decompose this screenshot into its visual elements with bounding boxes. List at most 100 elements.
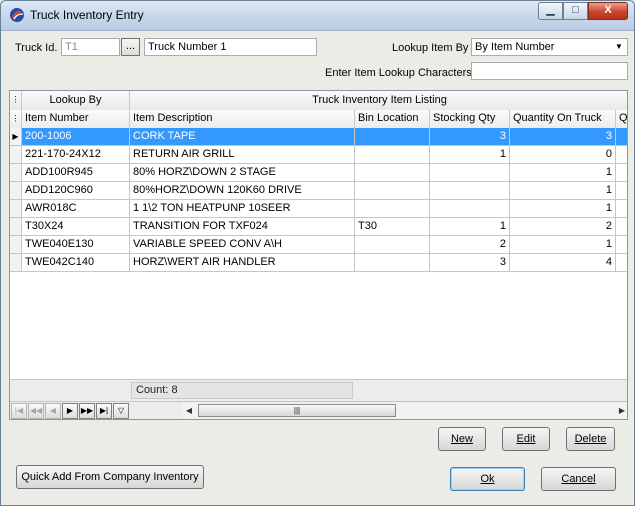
truck-browse-button[interactable]: ...: [121, 38, 140, 56]
table-row[interactable]: TWE040E130 VARIABLE SPEED CONV A\H 2 1: [10, 236, 627, 254]
cell-q-partial[interactable]: [616, 236, 627, 254]
scroll-left-icon[interactable]: ◀: [182, 403, 196, 419]
last-record-button[interactable]: ▶|: [96, 403, 112, 419]
table-row[interactable]: ADD100R945 80% HORZ\DOWN 2 STAGE 1: [10, 164, 627, 182]
prev-page-button[interactable]: ◀◀: [28, 403, 44, 419]
cell-item-description[interactable]: 80%HORZ\DOWN 120K60 DRIVE: [130, 182, 355, 200]
col-q-partial[interactable]: Q: [616, 110, 627, 128]
cell-bin-location[interactable]: [355, 200, 430, 218]
cell-bin-location[interactable]: [355, 182, 430, 200]
col-bin-location[interactable]: Bin Location: [355, 110, 430, 128]
scroll-thumb[interactable]: |||: [198, 404, 396, 417]
truck-name-field[interactable]: Truck Number 1: [144, 38, 317, 56]
cell-q-partial[interactable]: [616, 164, 627, 182]
cell-quantity-on-truck[interactable]: 4: [510, 254, 616, 272]
cell-item-number[interactable]: ADD120C960: [22, 182, 130, 200]
new-button[interactable]: New: [438, 427, 486, 451]
prev-record-button[interactable]: ◀: [45, 403, 61, 419]
cell-stocking-qty[interactable]: 1: [430, 218, 510, 236]
close-button[interactable]: X: [588, 2, 628, 20]
cell-item-description[interactable]: CORK TAPE: [130, 128, 355, 146]
cell-stocking-qty[interactable]: 2: [430, 236, 510, 254]
cell-quantity-on-truck[interactable]: 0: [510, 146, 616, 164]
edit-button[interactable]: Edit: [502, 427, 550, 451]
cell-item-description[interactable]: RETURN AIR GRILL: [130, 146, 355, 164]
cell-bin-location[interactable]: [355, 254, 430, 272]
table-row[interactable]: AWR018C 1 1\2 TON HEATPUNP 10SEER 1: [10, 200, 627, 218]
row-indicator[interactable]: [10, 254, 22, 272]
cell-item-number[interactable]: 221-170-24X12: [22, 146, 130, 164]
cell-stocking-qty[interactable]: 3: [430, 128, 510, 146]
cell-bin-location[interactable]: [355, 128, 430, 146]
table-row[interactable]: ▶ 200-1006 CORK TAPE 3 3: [10, 128, 627, 146]
current-row-indicator-icon[interactable]: ▶: [10, 128, 22, 146]
cell-item-description[interactable]: VARIABLE SPEED CONV A\H: [130, 236, 355, 254]
row-indicator[interactable]: [10, 164, 22, 182]
row-indicator[interactable]: [10, 218, 22, 236]
cell-q-partial[interactable]: [616, 200, 627, 218]
col-quantity-on-truck[interactable]: Quantity On Truck: [510, 110, 616, 128]
lookup-by-select[interactable]: By Item Number ▼: [471, 38, 628, 56]
col-item-number[interactable]: Item Number: [22, 110, 130, 128]
cell-item-description[interactable]: 80% HORZ\DOWN 2 STAGE: [130, 164, 355, 182]
truck-inventory-grid[interactable]: ⋮ Lookup By Truck Inventory Item Listing…: [9, 90, 628, 420]
cell-quantity-on-truck[interactable]: 2: [510, 218, 616, 236]
cell-stocking-qty[interactable]: [430, 164, 510, 182]
cell-stocking-qty[interactable]: 3: [430, 254, 510, 272]
cell-item-number[interactable]: 200-1006: [22, 128, 130, 146]
table-row[interactable]: T30X24 TRANSITION FOR TXF024 T30 1 2: [10, 218, 627, 236]
first-record-button[interactable]: |◀: [11, 403, 27, 419]
cell-quantity-on-truck[interactable]: 1: [510, 182, 616, 200]
cell-q-partial[interactable]: [616, 146, 627, 164]
row-indicator[interactable]: [10, 200, 22, 218]
scroll-right-icon[interactable]: ▶: [615, 403, 627, 419]
cell-item-number[interactable]: TWE042C140: [22, 254, 130, 272]
cell-quantity-on-truck[interactable]: 1: [510, 164, 616, 182]
cell-q-partial[interactable]: [616, 128, 627, 146]
truck-id-field[interactable]: T1: [61, 38, 120, 56]
table-row[interactable]: TWE042C140 HORZ\WERT AIR HANDLER 3 4: [10, 254, 627, 272]
lookup-by-value: By Item Number: [475, 41, 555, 53]
cell-quantity-on-truck[interactable]: 3: [510, 128, 616, 146]
cell-quantity-on-truck[interactable]: 1: [510, 200, 616, 218]
cancel-button[interactable]: Cancel: [541, 467, 616, 491]
cell-q-partial[interactable]: [616, 218, 627, 236]
cell-bin-location[interactable]: [355, 236, 430, 254]
quick-add-button[interactable]: Quick Add From Company Inventory: [16, 465, 204, 489]
cell-bin-location[interactable]: [355, 164, 430, 182]
row-indicator[interactable]: [10, 146, 22, 164]
cell-bin-location[interactable]: [355, 146, 430, 164]
cell-item-number[interactable]: TWE040E130: [22, 236, 130, 254]
cell-q-partial[interactable]: [616, 182, 627, 200]
col-stocking-qty[interactable]: Stocking Qty: [430, 110, 510, 128]
cell-item-number[interactable]: AWR018C: [22, 200, 130, 218]
cell-q-partial[interactable]: [616, 254, 627, 272]
ok-button[interactable]: Ok: [450, 467, 525, 491]
table-row[interactable]: ADD120C960 80%HORZ\DOWN 120K60 DRIVE 1: [10, 182, 627, 200]
col-item-description[interactable]: Item Description: [130, 110, 355, 128]
title-bar[interactable]: Truck Inventory Entry ▁ □ X: [1, 1, 634, 31]
cell-stocking-qty[interactable]: [430, 200, 510, 218]
cell-item-description[interactable]: TRANSITION FOR TXF024: [130, 218, 355, 236]
cell-item-description[interactable]: 1 1\2 TON HEATPUNP 10SEER: [130, 200, 355, 218]
next-record-button[interactable]: ▶: [62, 403, 78, 419]
delete-button[interactable]: Delete: [566, 427, 615, 451]
row-indicator[interactable]: [10, 182, 22, 200]
cell-item-number[interactable]: T30X24: [22, 218, 130, 236]
cell-stocking-qty[interactable]: 1: [430, 146, 510, 164]
horizontal-scrollbar[interactable]: ◀ ||| ▶: [182, 403, 627, 419]
filter-icon[interactable]: ▽: [113, 403, 129, 419]
cell-bin-location[interactable]: T30: [355, 218, 430, 236]
cell-stocking-qty[interactable]: [430, 182, 510, 200]
row-indicator[interactable]: [10, 236, 22, 254]
truck-id-label: Truck Id.: [15, 42, 58, 54]
table-row[interactable]: 221-170-24X12 RETURN AIR GRILL 1 0: [10, 146, 627, 164]
lookup-chars-label: Enter Item Lookup Characters: [325, 67, 472, 79]
maximize-button[interactable]: □: [563, 2, 588, 20]
cell-item-description[interactable]: HORZ\WERT AIR HANDLER: [130, 254, 355, 272]
minimize-button[interactable]: ▁: [538, 2, 563, 20]
cell-item-number[interactable]: ADD100R945: [22, 164, 130, 182]
next-page-button[interactable]: ▶▶: [79, 403, 95, 419]
lookup-chars-input[interactable]: [471, 62, 628, 80]
cell-quantity-on-truck[interactable]: 1: [510, 236, 616, 254]
